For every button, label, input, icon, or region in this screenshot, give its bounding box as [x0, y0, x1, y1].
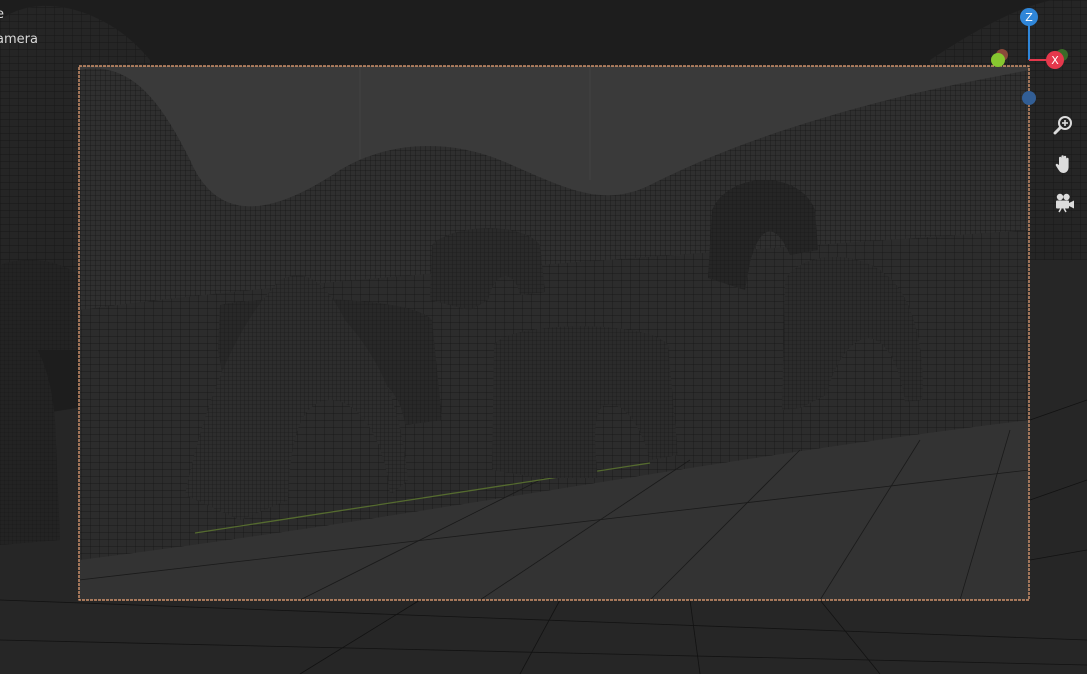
- 3d-viewport[interactable]: Z X e amera: [0, 0, 1087, 674]
- viewport-camera-text: amera: [0, 32, 38, 47]
- gizmo-z-label: Z: [1025, 11, 1033, 24]
- viewport-scene[interactable]: Z X: [0, 0, 1087, 674]
- gizmo-x-label: X: [1051, 54, 1059, 67]
- camera-view-button[interactable]: [1050, 188, 1078, 216]
- hand-icon: [1055, 155, 1069, 173]
- zoom-button[interactable]: [1050, 111, 1078, 139]
- pan-button[interactable]: [1050, 150, 1078, 178]
- viewport-mode-text: e: [0, 7, 4, 23]
- gizmo-y-dot[interactable]: [991, 53, 1005, 67]
- zoom-in-icon: [1053, 116, 1072, 135]
- camera-view-icon: [1056, 193, 1074, 213]
- gizmo-neg-z-dot[interactable]: [1022, 91, 1036, 105]
